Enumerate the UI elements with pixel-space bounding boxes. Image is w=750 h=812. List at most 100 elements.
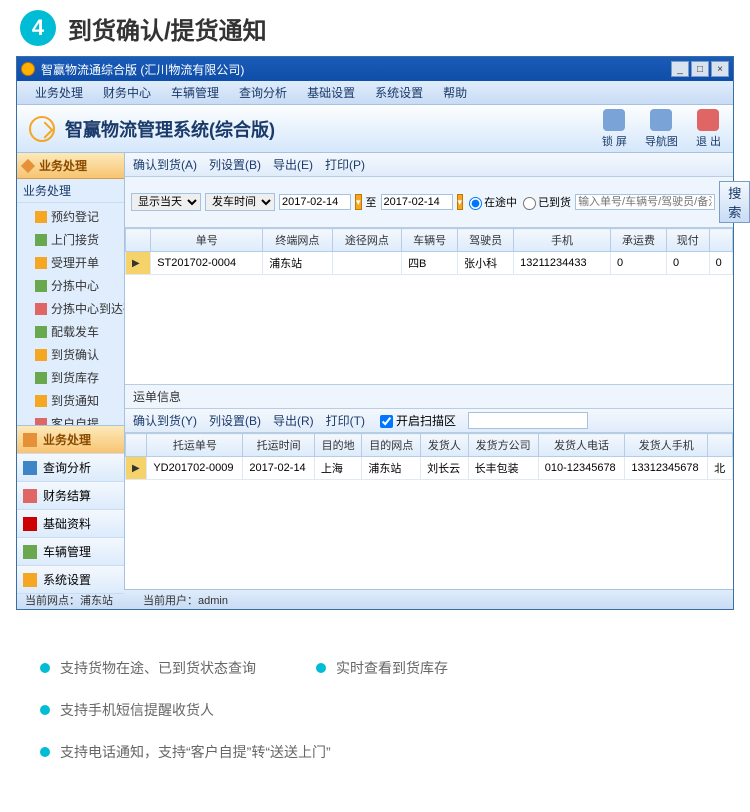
date-to-input[interactable] xyxy=(381,194,453,210)
top-toolbar: 确认到货(A) 列设置(B) 导出(E) 打印(P) xyxy=(125,153,733,177)
column-header[interactable]: 现付 xyxy=(666,229,709,252)
column-header[interactable]: 发货人 xyxy=(421,434,468,457)
table-row[interactable]: ▶ST201702-0004浦东站四B张小科13211234433000 xyxy=(126,252,733,275)
close-button[interactable]: × xyxy=(711,61,729,77)
column-header[interactable]: 车辆号 xyxy=(402,229,458,252)
scan-toggle[interactable] xyxy=(380,415,393,428)
tree-item[interactable]: 到货通知 xyxy=(17,389,124,412)
tree-item[interactable]: 客户自提 xyxy=(17,412,124,425)
bullet-icon xyxy=(40,705,50,715)
tree-item[interactable]: 上门接货 xyxy=(17,228,124,251)
in-transit-radio-label[interactable]: 在途中 xyxy=(467,194,517,210)
sidebar-nav-item[interactable]: 车辆管理 xyxy=(17,538,124,566)
search-input[interactable] xyxy=(575,194,715,210)
site-value: 浦东站 xyxy=(80,595,113,607)
confirm-arrival-button[interactable]: 确认到货(A) xyxy=(133,156,197,173)
feature-item: 支持手机短信提醒收货人 xyxy=(40,700,214,720)
arrived-radio-label[interactable]: 已到货 xyxy=(521,194,571,210)
menu-item[interactable]: 业务处理 xyxy=(25,84,93,101)
menu-item[interactable]: 基础设置 xyxy=(297,84,365,101)
date-from-input[interactable] xyxy=(279,194,351,210)
column-header[interactable] xyxy=(126,434,147,457)
table-row[interactable]: ▶YD201702-00092017-02-14上海浦东站刘长云长丰包装010-… xyxy=(126,457,733,480)
table-cell: 13312345678 xyxy=(625,457,708,480)
column-header[interactable]: 托运单号 xyxy=(147,434,243,457)
site-label: 当前网点： xyxy=(25,595,80,607)
nav-item-icon xyxy=(23,433,37,447)
column-settings-button[interactable]: 列设置(B) xyxy=(209,156,261,173)
nav-item-label: 财务结算 xyxy=(43,487,91,504)
tree-item-icon xyxy=(35,234,47,246)
sidebar-nav-item[interactable]: 系统设置 xyxy=(17,566,124,594)
column-header[interactable]: 目的网点 xyxy=(362,434,421,457)
tree-item[interactable]: 到货库存 xyxy=(17,366,124,389)
scan-toggle-label[interactable]: 开启扫描区 xyxy=(377,412,456,429)
banner-button-label: 退 出 xyxy=(696,133,721,149)
column-header[interactable]: 驾驶员 xyxy=(458,229,514,252)
column-settings-button-2[interactable]: 列设置(B) xyxy=(209,412,261,429)
column-header[interactable] xyxy=(709,229,732,252)
menu-item[interactable]: 帮助 xyxy=(433,84,477,101)
print-button[interactable]: 打印(P) xyxy=(325,156,365,173)
tree-item-label: 到货库存 xyxy=(51,369,99,386)
vehicle-grid[interactable]: 单号终端网点途径网点车辆号驾驶员手机承运费现付▶ST201702-0004浦东站… xyxy=(125,228,733,384)
sidebar-nav-item[interactable]: 基础资料 xyxy=(17,510,124,538)
tree-item[interactable]: 配载发车 xyxy=(17,320,124,343)
column-header[interactable]: 终端网点 xyxy=(263,229,332,252)
nav-map-button-icon xyxy=(650,109,672,131)
print-button-2[interactable]: 打印(T) xyxy=(326,412,365,429)
tree-item[interactable]: 到货确认 xyxy=(17,343,124,366)
waybill-grid[interactable]: 托运单号托运时间目的地目的网点发货人发货方公司发货人电话发货人手机▶YD2017… xyxy=(125,433,733,589)
export-button-2[interactable]: 导出(R) xyxy=(273,412,314,429)
column-header[interactable] xyxy=(708,434,733,457)
menu-item[interactable]: 查询分析 xyxy=(229,84,297,101)
tree-item[interactable]: 预约登记 xyxy=(17,205,124,228)
sidebar-nav-item[interactable]: 财务结算 xyxy=(17,482,124,510)
date-to-picker-icon[interactable]: ▾ xyxy=(457,194,464,210)
statusbar: 当前网点：浦东站 当前用户：admin xyxy=(17,589,733,609)
sidebar-nav-item[interactable]: 业务处理 xyxy=(17,426,124,454)
menu-item[interactable]: 财务中心 xyxy=(93,84,161,101)
menu-item[interactable]: 系统设置 xyxy=(365,84,433,101)
column-header[interactable] xyxy=(126,229,151,252)
column-header[interactable]: 发货人手机 xyxy=(625,434,708,457)
app-banner: 智赢物流管理系统(综合版) 锁 屏导航图退 出 xyxy=(17,105,733,153)
table-cell: 13211234433 xyxy=(514,252,611,275)
column-header[interactable]: 承运费 xyxy=(610,229,666,252)
nav-map-button[interactable]: 导航图 xyxy=(645,109,678,149)
column-header[interactable]: 手机 xyxy=(514,229,611,252)
export-button[interactable]: 导出(E) xyxy=(273,156,313,173)
minimize-button[interactable]: _ xyxy=(671,61,689,77)
date-from-picker-icon[interactable]: ▾ xyxy=(355,194,362,210)
scan-input[interactable] xyxy=(468,412,588,429)
column-header[interactable]: 途径网点 xyxy=(332,229,401,252)
table-cell: 刘长云 xyxy=(421,457,468,480)
column-header[interactable]: 目的地 xyxy=(314,434,361,457)
search-button[interactable]: 搜 索 xyxy=(719,181,750,223)
sidebar-header[interactable]: 业务处理 xyxy=(17,153,124,179)
tree-item[interactable]: 分拣中心到达确 xyxy=(17,297,124,320)
window-titlebar: 智赢物流通综合版 (汇川物流有限公司) _ □ × xyxy=(17,57,733,81)
page-title: 到货确认/提货通知 xyxy=(68,11,267,46)
sidebar-nav-item[interactable]: 查询分析 xyxy=(17,454,124,482)
tree-item-icon xyxy=(35,395,47,407)
lock-button[interactable]: 锁 屏 xyxy=(602,109,627,149)
column-header[interactable]: 单号 xyxy=(151,229,263,252)
confirm-arrival-button-2[interactable]: 确认到货(Y) xyxy=(133,412,197,429)
depart-time-select[interactable]: 发车时间 xyxy=(205,193,275,211)
show-today-select[interactable]: 显示当天 xyxy=(131,193,201,211)
feature-text: 支持电话通知，支持“客户自提”转“送送上门” xyxy=(60,742,331,762)
maximize-button[interactable]: □ xyxy=(691,61,709,77)
column-header[interactable]: 发货方公司 xyxy=(468,434,538,457)
feature-item: 支持货物在途、已到货状态查询 xyxy=(40,658,256,678)
tree-item[interactable]: 受理开单 xyxy=(17,251,124,274)
in-transit-radio[interactable] xyxy=(469,197,482,210)
column-header[interactable]: 发货人电话 xyxy=(538,434,625,457)
column-header[interactable]: 托运时间 xyxy=(243,434,314,457)
arrived-radio[interactable] xyxy=(523,197,536,210)
bottom-toolbar: 确认到货(Y) 列设置(B) 导出(R) 打印(T) 开启扫描区 xyxy=(125,409,733,433)
exit-button[interactable]: 退 出 xyxy=(696,109,721,149)
tree-item[interactable]: 分拣中心 xyxy=(17,274,124,297)
banner-button-label: 锁 屏 xyxy=(602,133,627,149)
menu-item[interactable]: 车辆管理 xyxy=(161,84,229,101)
